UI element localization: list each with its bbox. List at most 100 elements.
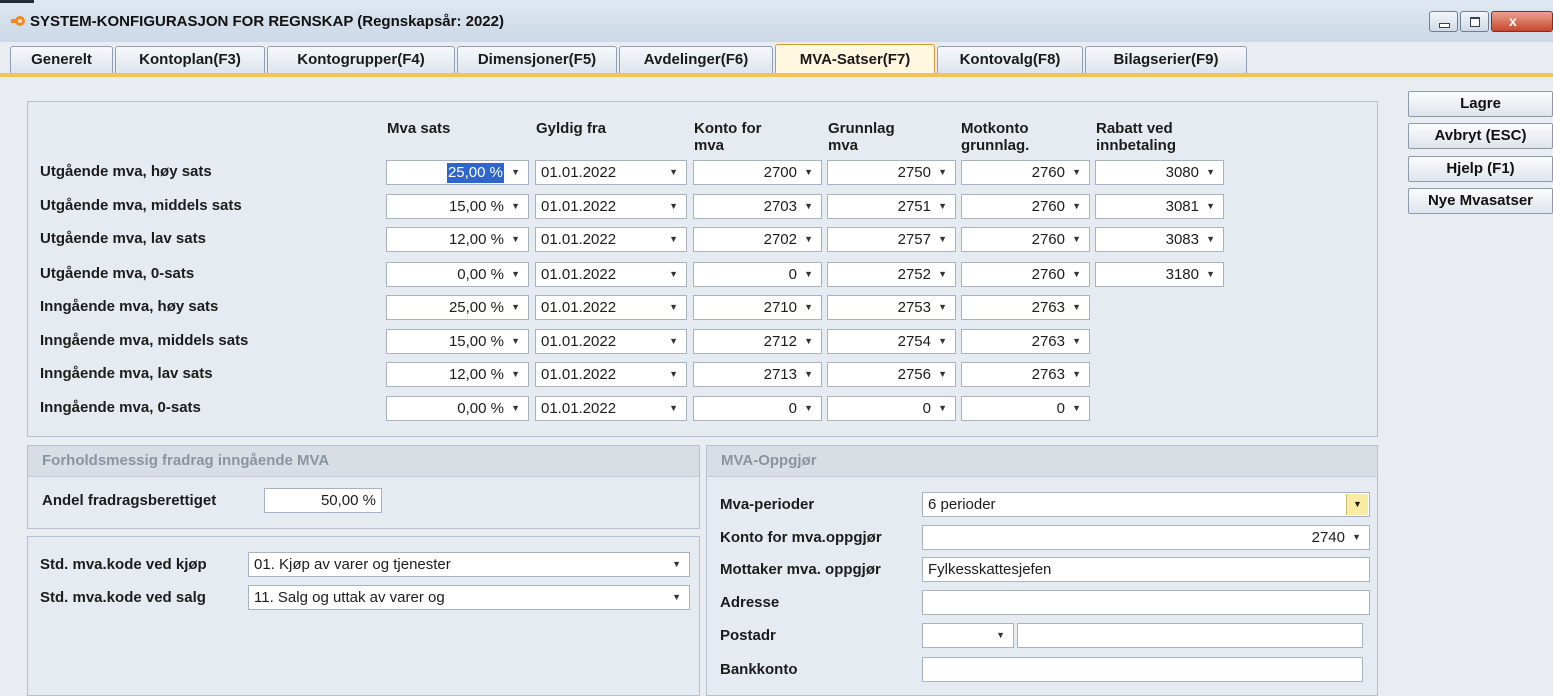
title-accent-line — [0, 0, 34, 3]
counter-account-select[interactable]: 2763 ▼ — [961, 295, 1090, 320]
postal-place-input[interactable] — [1017, 623, 1363, 648]
chevron-down-icon: ▼ — [938, 167, 947, 177]
chevron-down-icon: ▼ — [672, 592, 681, 602]
chevron-down-icon: ▼ — [669, 369, 678, 379]
vat-rate-select[interactable]: 15,00 % ▼ — [386, 329, 529, 354]
close-button[interactable]: x — [1491, 11, 1553, 32]
basis-account-select[interactable]: 2756 ▼ — [827, 362, 956, 387]
chevron-down-icon: ▼ — [1072, 369, 1081, 379]
basis-account-select[interactable]: 2754 ▼ — [827, 329, 956, 354]
vat-row-label: Utgående mva, lav sats — [40, 230, 206, 247]
discount-account-select[interactable]: 3083 ▼ — [1095, 227, 1224, 252]
vat-rate-select[interactable]: 0,00 % ▼ — [386, 262, 529, 287]
vat-rate-select[interactable]: 12,00 % ▼ — [386, 362, 529, 387]
vat-account-select[interactable]: 2702 ▼ — [693, 227, 822, 252]
valid-from-select[interactable]: 01.01.2022 ▼ — [535, 227, 687, 252]
purchase-code-select[interactable]: 01. Kjøp av varer og tjenester ▼ — [248, 552, 690, 577]
valid-from-select[interactable]: 01.01.2022 ▼ — [535, 160, 687, 185]
basis-account-select[interactable]: 0 ▼ — [827, 396, 956, 421]
col-header-rate: Mva sats — [387, 120, 451, 137]
basis-account-select[interactable]: 2750 ▼ — [827, 160, 956, 185]
valid-from-select[interactable]: 01.01.2022 ▼ — [535, 362, 687, 387]
vat-row-label: Inngående mva, lav sats — [40, 365, 213, 382]
vat-account-select[interactable]: 0 ▼ — [693, 262, 822, 287]
vat-rate-select[interactable]: 25,00 % ▼ — [386, 295, 529, 320]
help-button[interactable]: Hjelp (F1) — [1408, 156, 1553, 182]
tab-underline — [0, 73, 1553, 77]
valid-from-select[interactable]: 01.01.2022 ▼ — [535, 295, 687, 320]
vat-account-select[interactable]: 2710 ▼ — [693, 295, 822, 320]
vat-rate-select[interactable]: 12,00 % ▼ — [386, 227, 529, 252]
counter-account-select[interactable]: 2760 ▼ — [961, 227, 1090, 252]
counter-account-select[interactable]: 2763 ▼ — [961, 362, 1090, 387]
chevron-down-icon: ▼ — [938, 336, 947, 346]
vat-rate-select[interactable]: 25,00 % ▼ — [386, 160, 529, 185]
counter-account-select[interactable]: 0 ▼ — [961, 396, 1090, 421]
chevron-down-icon: ▼ — [1072, 201, 1081, 211]
valid-from-select[interactable]: 01.01.2022 ▼ — [535, 329, 687, 354]
tab-kontovalg[interactable]: Kontovalg(F8) — [937, 46, 1083, 73]
new-vat-rates-button[interactable]: Nye Mvasatser — [1408, 188, 1553, 214]
bank-account-label: Bankkonto — [720, 661, 798, 678]
valid-from-select[interactable]: 01.01.2022 ▼ — [535, 396, 687, 421]
discount-account-select[interactable]: 3081 ▼ — [1095, 194, 1224, 219]
chevron-down-icon: ▼ — [669, 403, 678, 413]
dropdown-button[interactable]: ▼ — [1346, 494, 1368, 515]
save-button[interactable]: Lagre — [1408, 91, 1553, 117]
vat-account-select[interactable]: 0 ▼ — [693, 396, 822, 421]
tab-kontogrupper[interactable]: Kontogrupper(F4) — [267, 46, 455, 73]
tab-kontoplan[interactable]: Kontoplan(F3) — [115, 46, 265, 73]
postal-code-select[interactable]: ▼ — [922, 623, 1014, 648]
chevron-down-icon: ▼ — [938, 403, 947, 413]
vat-row-label: Utgående mva, høy sats — [40, 163, 212, 180]
maximize-button[interactable] — [1460, 11, 1489, 32]
counter-account-select[interactable]: 2760 ▼ — [961, 262, 1090, 287]
vat-periods-select[interactable]: 6 perioder ▼ — [922, 492, 1370, 517]
vat-account-select[interactable]: 2712 ▼ — [693, 329, 822, 354]
counter-account-select[interactable]: 2760 ▼ — [961, 160, 1090, 185]
tab-dimensjoner[interactable]: Dimensjoner(F5) — [457, 46, 617, 73]
cancel-button[interactable]: Avbryt (ESC) — [1408, 123, 1553, 149]
vat-account-select[interactable]: 2713 ▼ — [693, 362, 822, 387]
chevron-down-icon: ▼ — [1206, 201, 1215, 211]
chevron-down-icon: ▼ — [804, 234, 813, 244]
vat-row-label: Inngående mva, høy sats — [40, 298, 219, 315]
vat-rate-select[interactable]: 0,00 % ▼ — [386, 396, 529, 421]
basis-account-select[interactable]: 2751 ▼ — [827, 194, 956, 219]
vat-rate-select[interactable]: 15,00 % ▼ — [386, 194, 529, 219]
purchase-code-label: Std. mva.kode ved kjøp — [40, 556, 207, 573]
chevron-down-icon: ▼ — [669, 201, 678, 211]
vat-row-label: Utgående mva, 0-sats — [40, 265, 195, 282]
sale-code-select[interactable]: 11. Salg og uttak av varer og ▼ — [248, 585, 690, 610]
chevron-down-icon: ▼ — [669, 269, 678, 279]
bank-account-input[interactable] — [922, 657, 1363, 682]
settlement-account-select[interactable]: 2740 ▼ — [922, 525, 1370, 550]
basis-account-select[interactable]: 2752 ▼ — [827, 262, 956, 287]
tab-mva-satser[interactable]: MVA-Satser(F7) — [775, 44, 935, 74]
tab-generelt[interactable]: Generelt — [10, 46, 113, 73]
counter-account-select[interactable]: 2760 ▼ — [961, 194, 1090, 219]
chevron-down-icon: ▼ — [938, 302, 947, 312]
chevron-down-icon: ▼ — [996, 630, 1005, 640]
vat-settlement-panel: MVA-Oppgjør Mva-perioder 6 perioder ▼ Ko… — [706, 445, 1378, 696]
chevron-down-icon: ▼ — [938, 369, 947, 379]
basis-account-select[interactable]: 2757 ▼ — [827, 227, 956, 252]
tab-bilagserier[interactable]: Bilagserier(F9) — [1085, 46, 1247, 73]
vat-account-select[interactable]: 2703 ▼ — [693, 194, 822, 219]
counter-account-select[interactable]: 2763 ▼ — [961, 329, 1090, 354]
minimize-button[interactable] — [1429, 11, 1458, 32]
vat-row-label: Utgående mva, middels sats — [40, 197, 242, 214]
valid-from-select[interactable]: 01.01.2022 ▼ — [535, 262, 687, 287]
tab-avdelinger[interactable]: Avdelinger(F6) — [619, 46, 773, 73]
vat-account-select[interactable]: 2700 ▼ — [693, 160, 822, 185]
deduction-share-input[interactable]: 50,00 % — [264, 488, 382, 513]
recipient-input[interactable]: Fylkesskattesjefen — [922, 557, 1370, 582]
chevron-down-icon: ▼ — [511, 234, 520, 244]
address-input[interactable] — [922, 590, 1370, 615]
basis-account-select[interactable]: 2753 ▼ — [827, 295, 956, 320]
close-icon: x — [1509, 13, 1517, 29]
discount-account-select[interactable]: 3080 ▼ — [1095, 160, 1224, 185]
chevron-down-icon: ▼ — [1072, 269, 1081, 279]
discount-account-select[interactable]: 3180 ▼ — [1095, 262, 1224, 287]
valid-from-select[interactable]: 01.01.2022 ▼ — [535, 194, 687, 219]
